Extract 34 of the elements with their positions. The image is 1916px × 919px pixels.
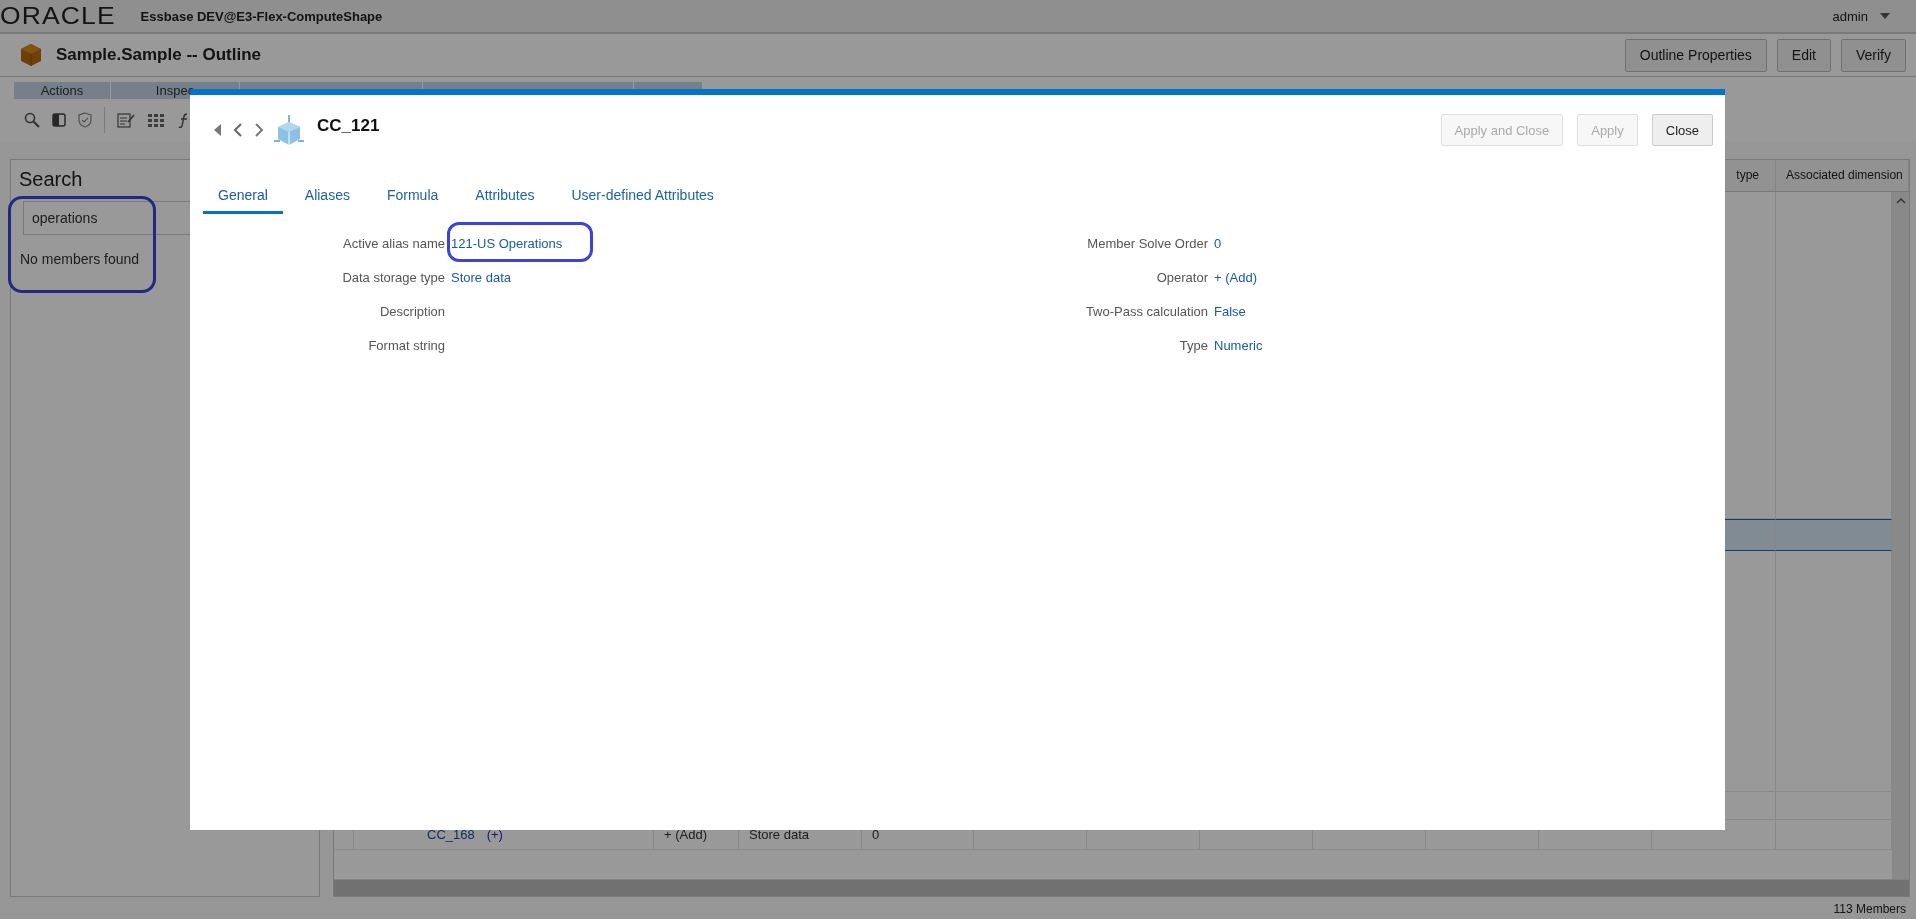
toolbar-button[interactable]: Edit [1776,38,1831,72]
member-count: 113 Members [1833,902,1906,916]
toolbar-group-label: Actions [14,82,111,99]
property-value[interactable]: Store data [451,269,511,285]
column-header[interactable]: Associated dimension [1776,160,1909,191]
toolbar-button[interactable]: Outline Properties [1624,38,1767,72]
property-label: Type [1178,337,1208,353]
user-menu[interactable]: admin [1832,8,1904,24]
property-label: Format string [367,337,445,353]
property-value[interactable]: False [1214,303,1246,319]
children-link[interactable]: (+) [486,827,503,842]
app-title: Essbase DEV@E3-Flex-ComputeShape [140,8,383,24]
oracle-logo: ORACLE [0,2,116,30]
toolbar-button[interactable]: Verify [1841,38,1906,72]
property-value[interactable]: 0 [1214,235,1222,251]
property-label: Data storage type [341,269,445,285]
tab[interactable]: Formula [371,181,454,214]
property-label: Two-Pass calculation [1084,303,1208,319]
tab[interactable]: Attributes [460,181,550,214]
tab[interactable]: General [203,181,283,214]
property-label: Description [378,303,445,319]
property-label: Active alias name [342,235,445,251]
property-value[interactable]: Numeric [1214,337,1263,353]
dialog-title: CC_121 [317,116,380,136]
property-label: Operator [1155,269,1208,285]
property-label: Member Solve Order [1086,235,1208,251]
member-link[interactable]: CC_168 [427,827,475,842]
search-title: Search [19,168,84,191]
tab[interactable]: User-defined Attributes [556,181,729,214]
page-title: Sample.Sample -- Outline [56,45,261,65]
property-value[interactable]: + (Add) [1214,269,1257,285]
dialog-button[interactable]: Close [1651,114,1713,146]
property-value[interactable]: 121-US Operations [451,235,563,251]
search-message: No members found [20,251,141,267]
